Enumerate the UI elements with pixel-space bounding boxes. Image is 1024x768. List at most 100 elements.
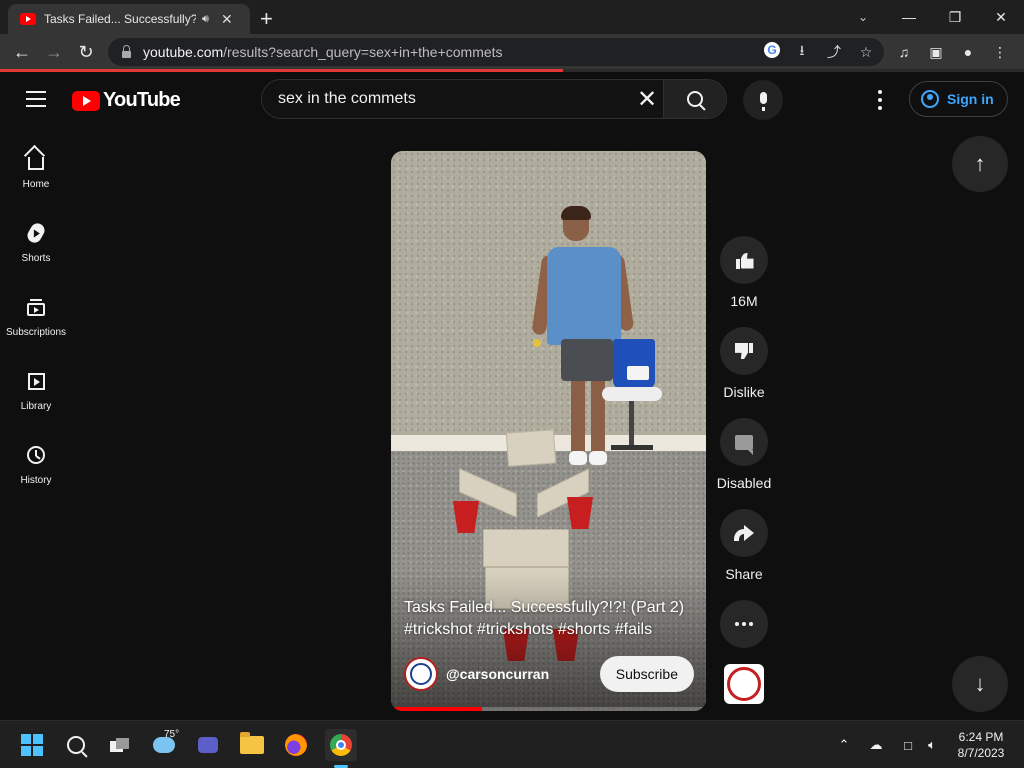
arrow-down-icon: ↓ [974, 671, 986, 696]
system-clock[interactable]: 6:24 PM 8/7/2023 [946, 729, 1016, 761]
microphone-icon [759, 92, 767, 111]
sidebar-item-shorts[interactable]: Shorts [0, 202, 72, 276]
next-short-button[interactable]: ↓ [952, 656, 1008, 712]
folder-icon [240, 732, 264, 754]
more-actions-button[interactable] [720, 600, 768, 648]
settings-menu-icon[interactable] [870, 90, 890, 110]
google-lens-icon[interactable]: G [764, 42, 780, 58]
subscriptions-icon [27, 299, 45, 316]
youtube-masthead: YouTube ✕ Sign in [0, 72, 1024, 128]
taskbar-search-button[interactable] [60, 729, 92, 761]
chrome-menu-icon[interactable]: ⋮ [988, 40, 1012, 64]
weather-temperature: 75° [164, 729, 180, 740]
comments-button[interactable] [720, 418, 768, 466]
back-button[interactable]: ← [10, 40, 34, 64]
clear-search-icon[interactable]: ✕ [631, 80, 663, 118]
share-page-icon[interactable]: ⤴ [824, 42, 844, 62]
sidebar-item-label: Subscriptions [5, 327, 67, 338]
reload-button[interactable]: ↻ [74, 40, 98, 64]
channel-row: @carsoncurran Subscribe [404, 656, 694, 692]
sidebar-item-subscriptions[interactable]: Subscriptions [0, 276, 72, 350]
tab-search-chevron-icon[interactable]: ⌄ [852, 6, 874, 28]
previous-short-button[interactable]: ↑ [952, 136, 1008, 192]
sidebar-item-label: Shorts [21, 253, 51, 264]
task-view-button[interactable] [104, 729, 136, 761]
sidebar-item-label: History [20, 475, 52, 486]
video-frame-bucket [613, 339, 655, 389]
voice-search-button[interactable] [743, 80, 783, 120]
like-button[interactable] [720, 236, 768, 284]
show-hidden-icons-button[interactable]: ⌃ [834, 735, 854, 755]
tab-title: Tasks Failed... Successfully?!?! [44, 12, 196, 26]
lock-icon[interactable] [122, 44, 131, 58]
browser-toolbar: ← → ↻ youtube.com/results?search_query=s… [0, 34, 1024, 70]
install-icon[interactable]: ⭳ [792, 42, 812, 62]
media-controls-icon[interactable]: ♫ [892, 40, 916, 64]
file-explorer-button[interactable] [236, 729, 268, 761]
short-title[interactable]: Tasks Failed... Successfully?!?! (Part 2… [404, 597, 694, 641]
sidebar-item-library[interactable]: Library [0, 350, 72, 424]
search-button[interactable] [663, 80, 726, 118]
bookmark-star-icon[interactable]: ☆ [856, 42, 876, 62]
account-circle-icon [921, 90, 939, 108]
history-icon [27, 446, 45, 464]
onedrive-tray-icon[interactable]: ☁ [866, 735, 886, 755]
network-icon[interactable]: □ [898, 735, 918, 755]
clock-time: 6:24 PM [958, 730, 1004, 744]
tab-close-icon[interactable]: ✕ [221, 11, 233, 28]
chrome-taskbar-button[interactable] [325, 729, 357, 761]
chevron-up-icon: ⌃ [838, 737, 850, 752]
shorts-video-player[interactable]: Tasks Failed... Successfully?!?! (Part 2… [391, 151, 706, 711]
youtube-favicon-icon [20, 13, 36, 25]
comments-label: Disabled [716, 475, 772, 491]
tab-audio-icon[interactable]: 🔊︎ [202, 13, 209, 26]
youtube-logo[interactable]: YouTube [72, 89, 181, 112]
sidebar-item-label: Library [20, 401, 52, 412]
sidebar-item-home[interactable]: Home [0, 128, 72, 202]
windows-logo-icon [21, 734, 43, 756]
volume-icon[interactable]: 🔈︎ [922, 735, 942, 755]
clock-date: 8/7/2023 [957, 746, 1005, 760]
start-button[interactable] [16, 729, 48, 761]
forward-button[interactable]: → [42, 40, 66, 64]
close-window-button[interactable]: ✕ [978, 0, 1024, 34]
comment-icon [735, 434, 753, 455]
share-label: Share [725, 566, 763, 582]
sidebar-item-history[interactable]: History [0, 424, 72, 498]
restore-button[interactable]: ❐ [932, 0, 978, 34]
video-call-icon [198, 737, 218, 753]
firefox-button[interactable] [280, 729, 312, 761]
dislike-button[interactable] [720, 327, 768, 375]
browser-tab-active[interactable]: Tasks Failed... Successfully?!?! 🔊︎ ✕ [8, 4, 250, 34]
search-icon [687, 91, 703, 107]
new-tab-button[interactable]: + [260, 6, 273, 32]
chrome-icon [330, 734, 352, 756]
shorts-actions: 16M Dislike Disabled Share [716, 236, 772, 704]
channel-avatar[interactable] [404, 657, 438, 691]
channel-name[interactable]: @carsoncurran [446, 666, 600, 682]
mini-guide-sidebar: Home Shorts Subscriptions Library Histor… [0, 128, 72, 498]
video-progress-bar[interactable] [391, 707, 706, 711]
hamburger-menu-icon[interactable] [26, 91, 46, 107]
short-hashtags[interactable]: #trickshot #trickshots #shorts #fails [404, 619, 694, 641]
short-title-line: Tasks Failed... Successfully?!?! (Part 2… [404, 599, 685, 616]
shorts-icon [24, 220, 48, 246]
home-icon [28, 156, 44, 170]
share-button[interactable] [720, 509, 768, 557]
more-horiz-icon [735, 622, 753, 626]
dislike-label: Dislike [723, 384, 765, 400]
search-input[interactable] [262, 80, 631, 118]
side-panel-icon[interactable]: ▣ [924, 40, 948, 64]
minimize-button[interactable]: — [886, 0, 932, 34]
address-bar[interactable]: youtube.com/results?search_query=sex+in+… [108, 38, 884, 66]
sound-channel-avatar[interactable] [724, 664, 764, 704]
youtube-wordmark: YouTube [103, 89, 181, 111]
subscribe-button[interactable]: Subscribe [599, 656, 694, 692]
profile-icon[interactable]: ● [956, 40, 980, 64]
browser-title-bar: Tasks Failed... Successfully?!?! 🔊︎ ✕ + … [0, 0, 1024, 34]
teams-meet-button[interactable] [192, 729, 224, 761]
firefox-icon [285, 734, 307, 756]
search-icon [67, 736, 85, 754]
sign-in-button[interactable]: Sign in [909, 81, 1008, 117]
video-frame-person [547, 247, 621, 345]
